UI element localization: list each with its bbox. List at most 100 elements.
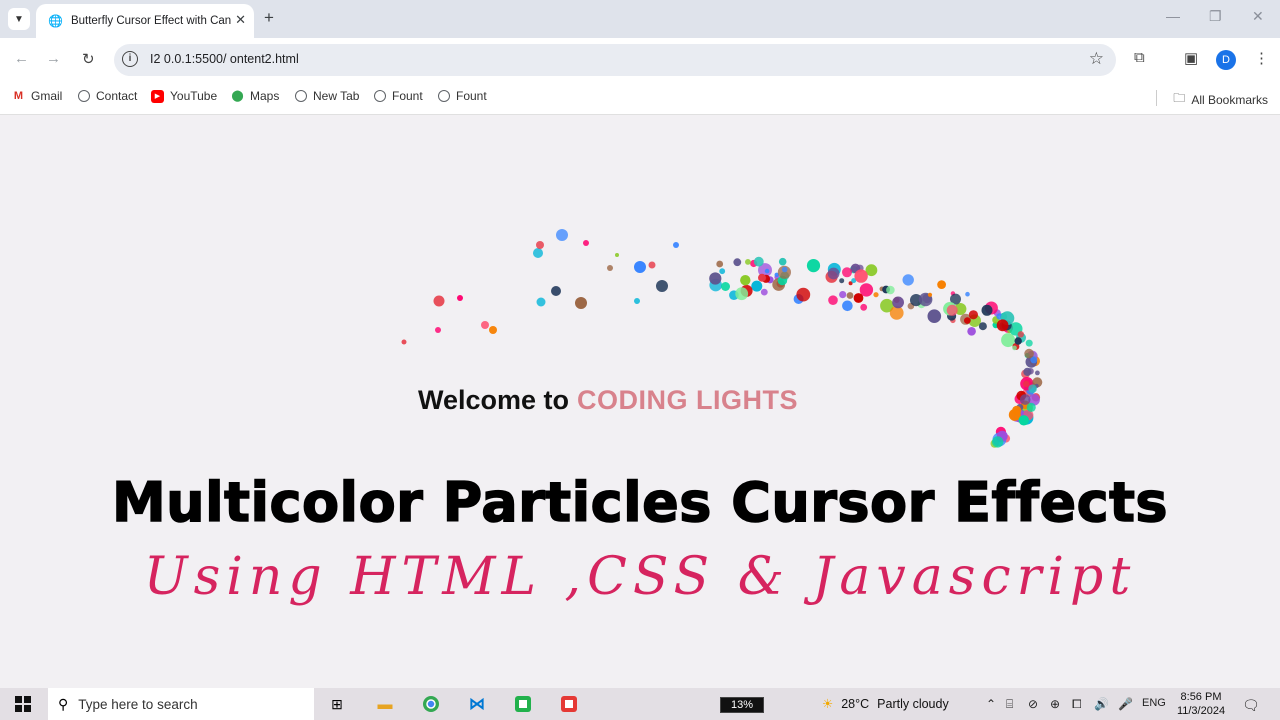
- file-explorer-icon[interactable]: ▬: [374, 688, 396, 720]
- menu-icon[interactable]: ⋮: [1254, 49, 1269, 67]
- close-icon[interactable]: ✕: [235, 12, 246, 28]
- bookmarks-bar: M Gmail Contact ▶ YouTube ⬤ Maps New Tab…: [0, 82, 1280, 115]
- forward-button[interactable]: →: [46, 50, 61, 67]
- clock-date: 11/3/2024: [1176, 705, 1226, 717]
- extensions-icon[interactable]: ⧉: [1134, 49, 1145, 66]
- camtasia-logo-icon: [515, 696, 531, 712]
- particle: [842, 300, 853, 312]
- all-bookmarks-button[interactable]: 🗀 All Bookmarks: [1173, 89, 1268, 110]
- particle: [758, 273, 766, 282]
- side-panel-icon[interactable]: ▣: [1184, 49, 1198, 67]
- bookmark-fount-2[interactable]: Fount: [438, 89, 487, 103]
- globe-icon[interactable]: ⊕: [1050, 697, 1060, 711]
- particle: [656, 280, 668, 292]
- bookmark-star-icon[interactable]: ☆: [1089, 49, 1104, 69]
- reload-icon[interactable]: ↻: [82, 50, 95, 68]
- bookmark-label: Fount: [456, 89, 487, 103]
- avatar[interactable]: D: [1216, 50, 1236, 70]
- globe-icon: 🌐: [48, 14, 63, 28]
- particle: [842, 267, 852, 278]
- particle: [1017, 331, 1024, 338]
- info-icon[interactable]: i: [122, 51, 138, 67]
- particle: [489, 326, 497, 334]
- particle: [751, 280, 763, 292]
- network-icon[interactable]: ⊘: [1028, 697, 1038, 711]
- microphone-icon[interactable]: 🎤: [1118, 697, 1133, 711]
- restore-button[interactable]: ❐: [1209, 8, 1222, 25]
- back-button[interactable]: ←: [14, 50, 29, 67]
- taskbar-search[interactable]: ⚲ Type here to search: [48, 688, 314, 720]
- particle: [721, 282, 730, 291]
- chrome-logo-icon: [423, 696, 439, 712]
- particle: [1028, 384, 1037, 394]
- particle: [853, 293, 864, 303]
- clock[interactable]: 8:56 PM 11/3/2024: [1172, 690, 1230, 718]
- url-text[interactable]: I2 0.0.1:5500/ ontent2.html: [150, 52, 299, 66]
- weather-widget[interactable]: ☀ 28°C Partly cloudy: [822, 696, 949, 712]
- search-placeholder: Type here to search: [78, 696, 198, 712]
- recorder-logo-icon: [561, 696, 577, 712]
- all-bookmarks-label: All Bookmarks: [1191, 92, 1268, 107]
- browser-tab[interactable]: 🌐 Butterfly Cursor Effect with Can ✕: [36, 4, 254, 38]
- gmail-icon: M: [13, 89, 24, 102]
- particle: [965, 291, 970, 297]
- bookmark-contact[interactable]: Contact: [78, 89, 137, 103]
- particle: [735, 287, 749, 301]
- chevron-down-icon: ▼: [14, 13, 24, 25]
- globe-icon: [438, 90, 450, 102]
- bookmarks-divider: [1156, 90, 1157, 106]
- particle: [854, 269, 868, 283]
- particle: [968, 310, 979, 320]
- particle: [892, 296, 904, 309]
- meet-icon[interactable]: ⌸: [1006, 697, 1013, 712]
- particle: [846, 292, 854, 299]
- particle: [839, 291, 847, 299]
- display-icon[interactable]: ⧠: [1072, 697, 1082, 712]
- bookmark-label: Fount: [392, 89, 423, 103]
- particle: [760, 288, 768, 296]
- chrome-icon[interactable]: [420, 688, 442, 720]
- youtube-icon: ▶: [151, 89, 164, 103]
- language-indicator[interactable]: ENG: [1142, 697, 1166, 709]
- camtasia-red-icon[interactable]: [558, 688, 580, 720]
- temperature: 28°C: [841, 696, 870, 711]
- bookmark-new-tab[interactable]: New Tab: [295, 89, 359, 103]
- volume-icon[interactable]: 🔊: [1094, 697, 1109, 711]
- particle: [1022, 380, 1030, 388]
- clock-time: 8:56 PM: [1180, 691, 1222, 703]
- particle: [1012, 345, 1017, 351]
- address-bar[interactable]: i I2 0.0.1:5500/ ontent2.html ☆: [114, 44, 1116, 76]
- bookmark-gmail[interactable]: M Gmail: [12, 89, 62, 103]
- headline-title: Multicolor Particles Cursor Effects: [111, 470, 1169, 535]
- particle: [873, 292, 879, 298]
- particle: [634, 298, 640, 304]
- notification-icon[interactable]: 🗨: [1242, 697, 1260, 714]
- new-tab-button[interactable]: +: [264, 8, 274, 28]
- bookmark-label: Gmail: [31, 89, 63, 103]
- particle: [828, 295, 838, 305]
- particle: [927, 292, 933, 297]
- browser-toolbar: ← → ↻ i I2 0.0.1:5500/ ontent2.html ☆ ⧉ …: [0, 38, 1280, 82]
- welcome-highlight: CODING LIGHTS: [577, 385, 799, 415]
- task-view-icon[interactable]: ⊞: [326, 688, 348, 720]
- search-icon: ⚲: [58, 695, 69, 712]
- particle: [1018, 415, 1029, 426]
- vscode-icon[interactable]: ⋈: [466, 688, 488, 720]
- bookmark-youtube[interactable]: ▶ YouTube: [151, 89, 217, 103]
- particle: [634, 261, 646, 273]
- particle: [401, 339, 407, 345]
- tab-search-button[interactable]: ▼: [8, 8, 30, 30]
- minimize-button[interactable]: —: [1166, 8, 1180, 24]
- camtasia-green-icon[interactable]: [512, 688, 534, 720]
- particle: [946, 304, 958, 316]
- bookmark-maps[interactable]: ⬤ Maps: [231, 89, 279, 103]
- particle: [1035, 370, 1040, 376]
- close-window-button[interactable]: ✕: [1252, 8, 1264, 25]
- particle: [533, 248, 543, 258]
- start-button[interactable]: [10, 688, 36, 720]
- bookmark-fount-1[interactable]: Fount: [374, 89, 423, 103]
- particle: [733, 258, 742, 267]
- chevron-up-icon[interactable]: ⌃: [986, 697, 996, 711]
- particle: [709, 272, 722, 285]
- battery-indicator[interactable]: 13%: [720, 697, 764, 713]
